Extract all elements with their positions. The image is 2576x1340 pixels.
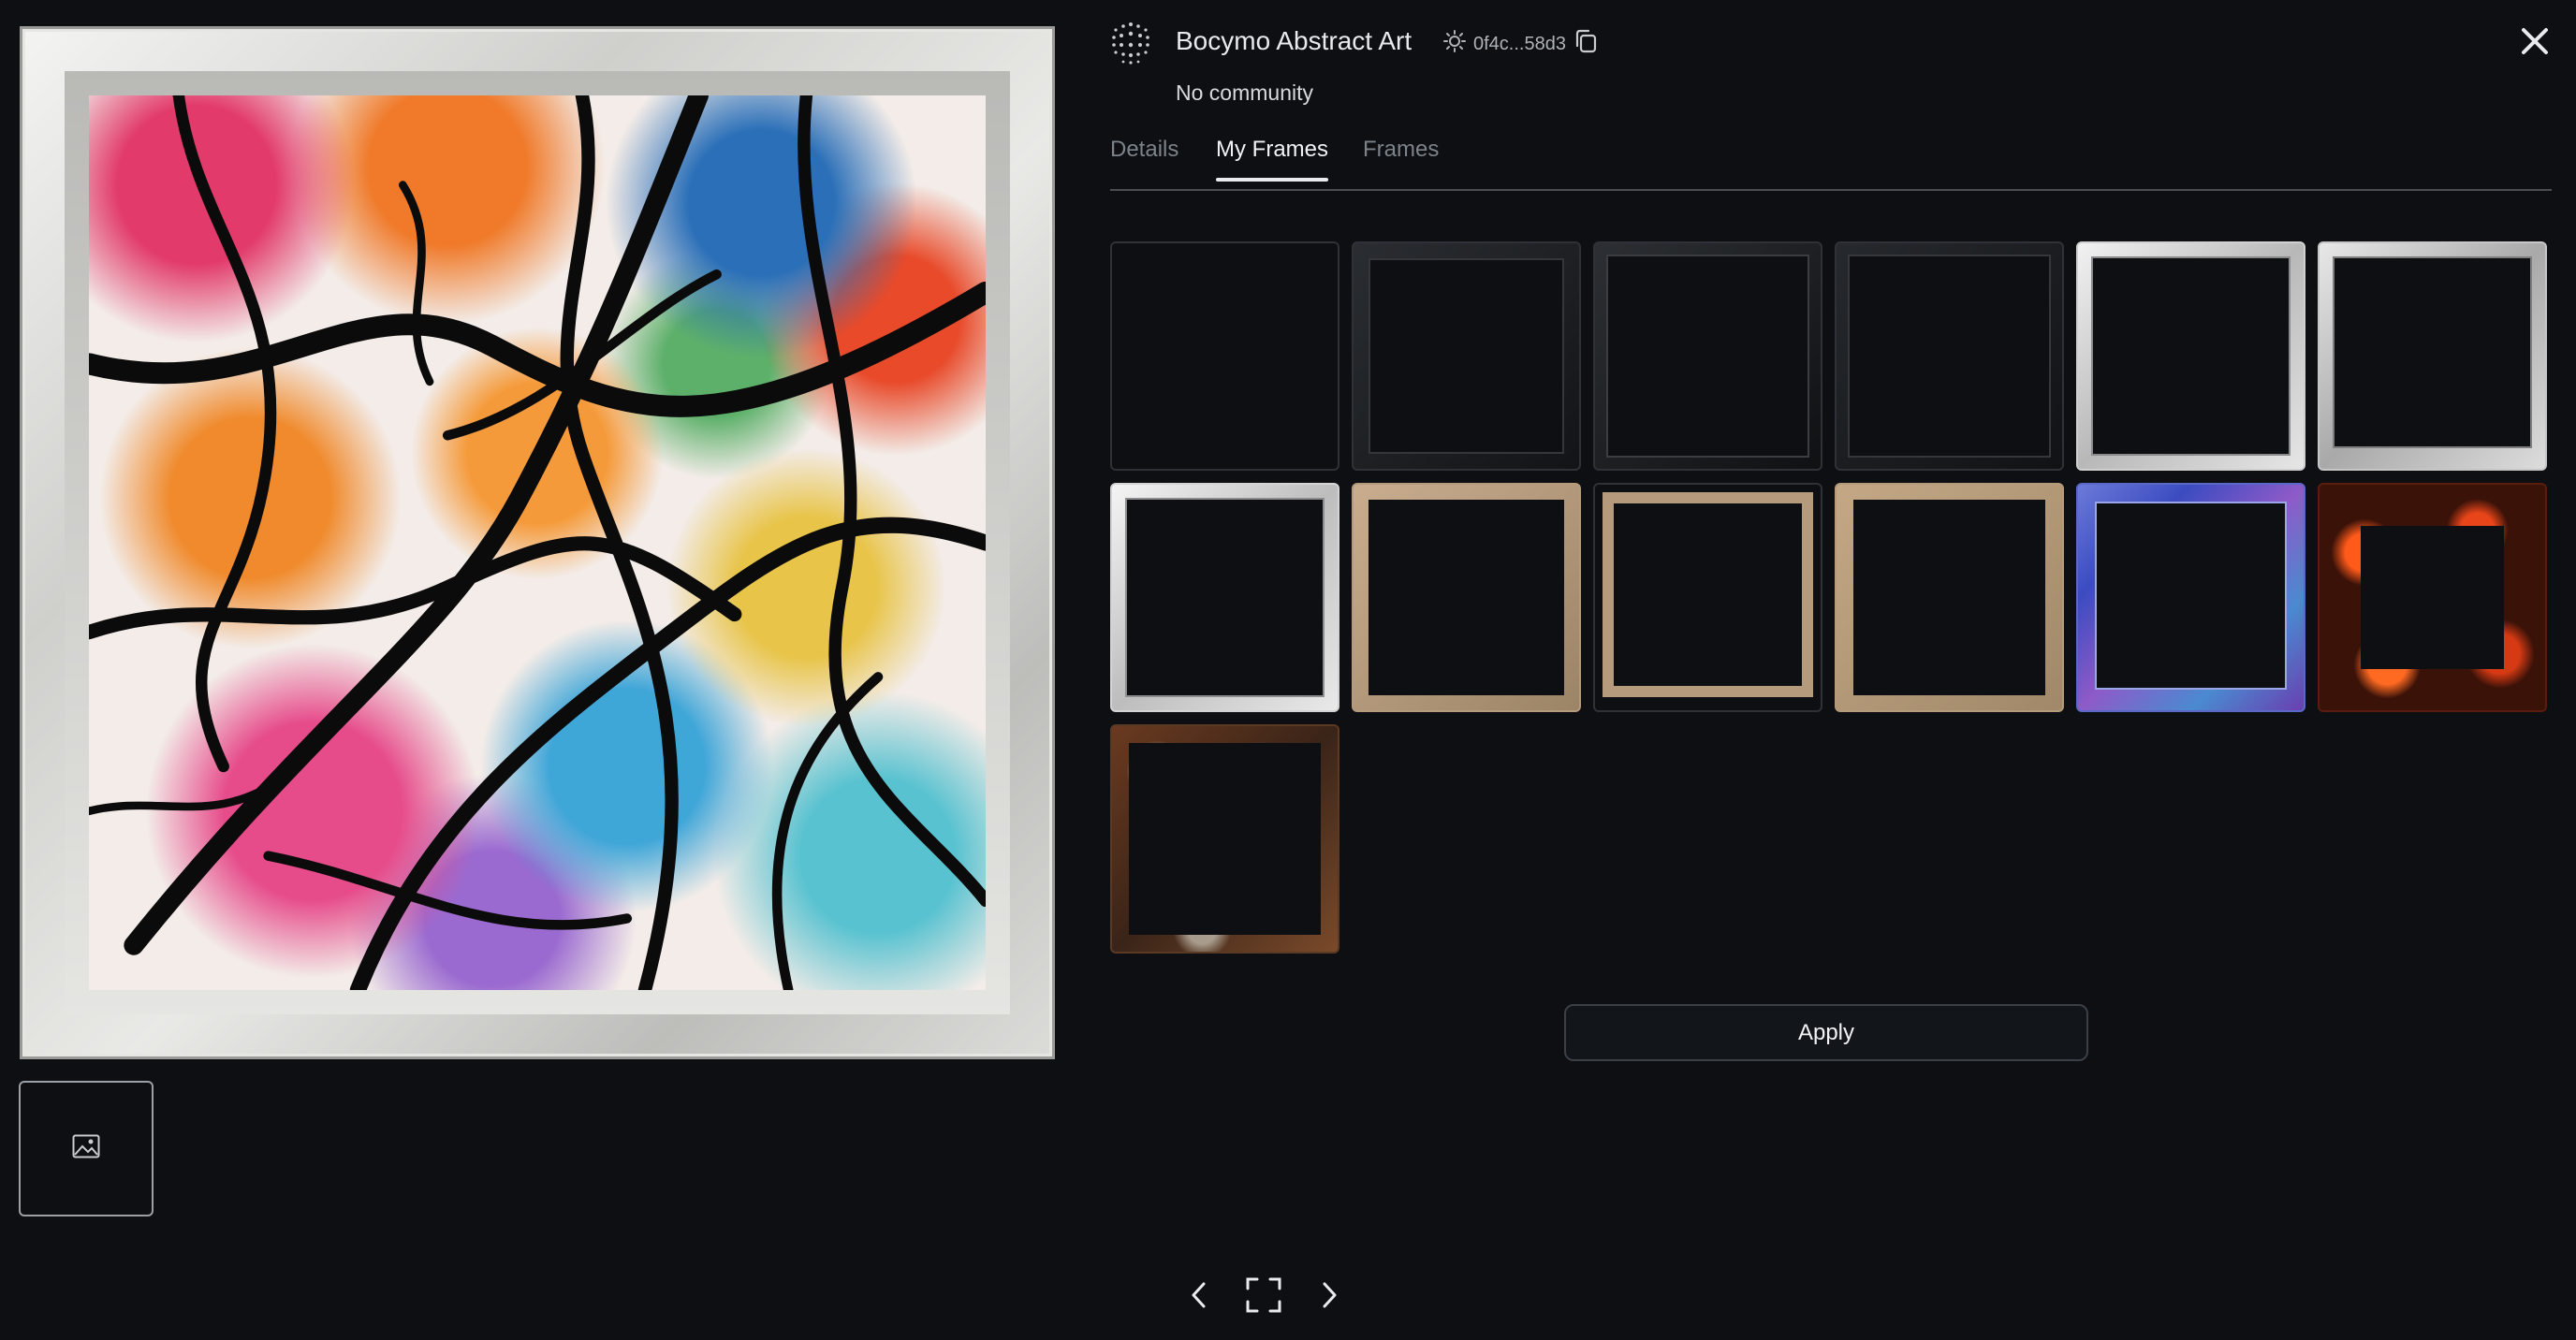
fullscreen-icon — [1246, 1277, 1281, 1318]
frame-grid — [1110, 241, 2548, 954]
copy-icon[interactable] — [1573, 28, 1598, 60]
artwork-mat — [65, 71, 1010, 1014]
chevron-right-icon — [1320, 1281, 1339, 1314]
frame-option-black-bevel[interactable] — [1352, 241, 1581, 471]
frame-option-tan-wood[interactable] — [1835, 483, 2064, 712]
apply-button[interactable]: Apply — [1564, 1004, 2088, 1061]
frame-option-rusty-metal[interactable] — [1110, 724, 1339, 954]
frame-option-tan-wood[interactable] — [1593, 483, 1822, 712]
next-button[interactable] — [1305, 1273, 1354, 1321]
previous-button[interactable] — [1175, 1273, 1223, 1321]
frame-option-iridescent[interactable] — [2076, 483, 2305, 712]
frame-option-lava[interactable] — [2318, 483, 2547, 712]
frame-option-none[interactable] — [1110, 241, 1339, 471]
frame-option-silver-thin[interactable] — [1110, 483, 1339, 712]
fullscreen-button[interactable] — [1239, 1273, 1288, 1321]
image-icon — [72, 1134, 100, 1163]
artwork-thumbnail[interactable] — [19, 1081, 154, 1216]
dot-grid-logo-icon — [1110, 21, 1151, 66]
community-label: No community — [1176, 80, 1313, 105]
artwork-preview-frame — [20, 26, 1055, 1059]
collection-title: Bocymo Abstract Art — [1176, 26, 1412, 55]
frame-option-silver[interactable] — [2076, 241, 2305, 471]
frame-option-silver[interactable] — [2318, 241, 2547, 471]
tab-bar: Details My Frames Frames — [1110, 137, 2552, 191]
address-row: 0f4c...58d3 — [1443, 28, 1598, 60]
artwork-branches — [89, 95, 986, 990]
close-button[interactable] — [2516, 24, 2554, 62]
frame-option-black-bevel[interactable] — [1593, 241, 1822, 471]
network-icon — [1443, 30, 1466, 58]
artwork-image — [89, 95, 986, 990]
close-icon — [2521, 27, 2549, 60]
tab-frames[interactable]: Frames — [1363, 137, 1439, 180]
chevron-left-icon — [1190, 1281, 1208, 1314]
frame-option-tan-wood[interactable] — [1352, 483, 1581, 712]
frame-option-black-bevel[interactable] — [1835, 241, 2064, 471]
tab-my-frames[interactable]: My Frames — [1216, 137, 1328, 182]
wallet-address: 0f4c...58d3 — [1473, 33, 1566, 54]
tab-details[interactable]: Details — [1110, 137, 1178, 180]
